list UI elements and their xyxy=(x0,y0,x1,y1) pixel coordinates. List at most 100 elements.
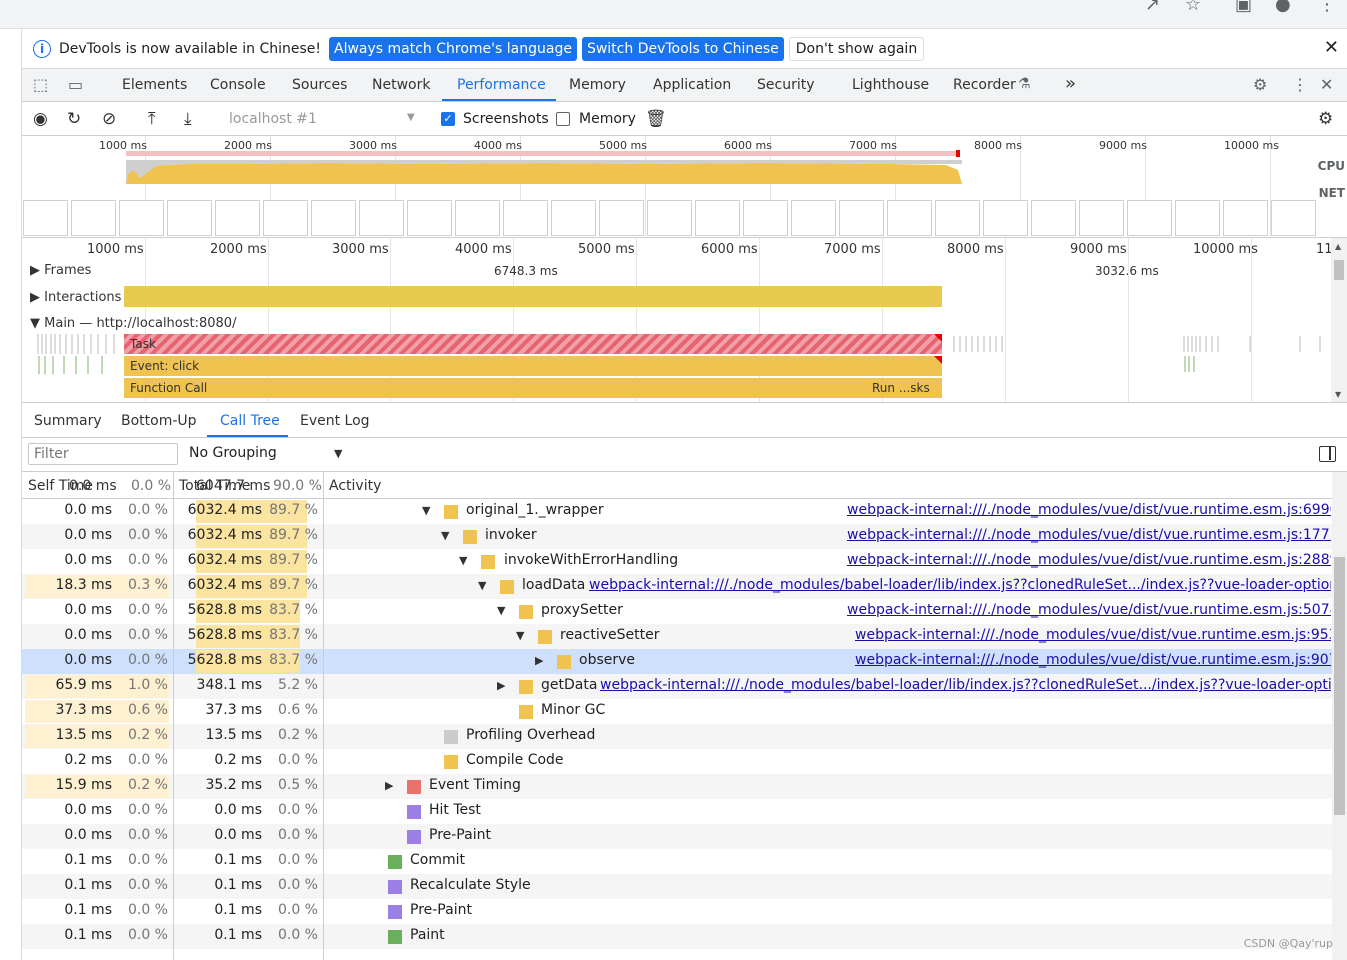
tab-console[interactable]: Console xyxy=(210,77,266,93)
table-row[interactable]: 0.0 ms 0.0 % 6032.4 ms 89.7 % ▼ invokeWithErr… xyxy=(22,549,1332,574)
expanded-arrow-icon[interactable]: ▼ xyxy=(459,554,467,567)
memory-checkbox[interactable] xyxy=(556,112,570,126)
side-panel-icon[interactable]: ▣ xyxy=(1235,0,1252,15)
upload-profile-icon[interactable]: ⤒ xyxy=(148,109,156,129)
capture-settings-icon[interactable]: ⚙ xyxy=(1318,109,1333,129)
column-divider[interactable] xyxy=(173,472,174,960)
collapsed-arrow-icon[interactable]: ▶ xyxy=(497,679,505,692)
source-link[interactable]: webpack-internal:///./node_modules/vue/d… xyxy=(847,527,1331,543)
tab-performance[interactable]: Performance xyxy=(457,77,546,93)
settings-gear-icon[interactable]: ⚙ xyxy=(1253,75,1267,94)
tab-recorder[interactable]: Recorder xyxy=(953,77,1016,93)
customize-menu-icon[interactable]: ⋮ xyxy=(1292,75,1308,94)
screenshot-thumbnail[interactable] xyxy=(839,200,884,236)
table-row[interactable]: 15.9 ms 0.2 % 35.2 ms 0.5 % ▶ Event Timing xyxy=(22,774,1332,799)
screenshot-thumbnail[interactable] xyxy=(695,200,740,236)
grouping-select[interactable]: No Grouping xyxy=(189,445,277,461)
tab-bottom-up[interactable]: Bottom-Up xyxy=(121,413,197,429)
bookmark-star-icon[interactable]: ☆ xyxy=(1185,0,1201,15)
event-click-block[interactable]: Event: click xyxy=(124,356,942,376)
source-link[interactable]: webpack-internal:///./node_modules/babel… xyxy=(589,577,1331,593)
activity-header[interactable]: Activity xyxy=(329,478,381,494)
source-link[interactable]: webpack-internal:///./node_modules/vue/d… xyxy=(855,627,1331,643)
table-row[interactable]: 65.9 ms 1.0 % 348.1 ms 5.2 % ▶ getData webpack… xyxy=(22,674,1332,699)
chevron-down-icon[interactable]: ▼ xyxy=(334,447,342,460)
always-match-language-button[interactable]: Always match Chrome's language xyxy=(329,36,577,61)
table-row[interactable]: 0.1 ms 0.0 % 0.1 ms 0.0 % Paint xyxy=(22,924,1332,949)
dont-show-again-button[interactable]: Don't show again xyxy=(788,36,925,61)
table-row[interactable]: 0.1 ms 0.0 % 0.1 ms 0.0 % Commit xyxy=(22,849,1332,874)
screenshot-thumbnail[interactable] xyxy=(1175,200,1220,236)
filter-input[interactable]: Filter xyxy=(28,443,178,465)
screenshot-thumbnail[interactable] xyxy=(167,200,212,236)
table-row[interactable]: 0.2 ms 0.0 % 0.2 ms 0.0 % Compile Code xyxy=(22,749,1332,774)
table-row[interactable]: 0.0 ms 0.0 % 0.0 ms 0.0 % Pre-Paint xyxy=(22,824,1332,849)
interactions-track-label[interactable]: ▶ Interactions xyxy=(30,290,121,305)
column-divider[interactable] xyxy=(323,472,324,960)
browser-menu-icon[interactable]: ⋮ xyxy=(1318,0,1336,15)
profile-avatar-icon[interactable]: ● xyxy=(1275,0,1291,15)
screenshots-checkbox[interactable]: ✓ xyxy=(441,112,455,126)
screenshot-thumbnail[interactable] xyxy=(263,200,308,236)
screenshot-thumbnail[interactable] xyxy=(935,200,980,236)
reload-record-icon[interactable]: ↻ xyxy=(67,109,81,129)
screenshot-thumbnail[interactable] xyxy=(23,200,68,236)
table-row[interactable]: 0.0 ms 0.0 % 5628.8 ms 83.7 % ▼ proxySetter we… xyxy=(22,599,1332,624)
clear-icon[interactable]: ⊘ xyxy=(102,109,116,129)
table-row[interactable]: 0.1 ms 0.0 % 0.1 ms 0.0 % Recalculate Style xyxy=(22,874,1332,899)
table-row[interactable]: 0.0 ms 0.0 % 0.0 ms 0.0 % Hit Test xyxy=(22,799,1332,824)
tab-lighthouse[interactable]: Lighthouse xyxy=(852,77,929,93)
chevron-down-icon[interactable]: ▼ xyxy=(407,112,415,123)
interaction-bar[interactable] xyxy=(124,286,942,307)
screenshot-thumbnail[interactable] xyxy=(887,200,932,236)
collapsed-arrow-icon[interactable]: ▶ xyxy=(385,779,393,792)
tab-network[interactable]: Network xyxy=(372,77,430,93)
profile-select[interactable]: localhost #1 xyxy=(229,111,419,127)
source-link[interactable]: webpack-internal:///./node_modules/vue/d… xyxy=(847,502,1331,518)
switch-to-chinese-button[interactable]: Switch DevTools to Chinese xyxy=(581,36,784,61)
source-link[interactable]: webpack-internal:///./node_modules/vue/d… xyxy=(847,602,1331,618)
share-icon[interactable]: ↗ xyxy=(1145,0,1160,15)
screenshot-thumbnail[interactable] xyxy=(359,200,404,236)
device-toolbar-icon[interactable]: ▭ xyxy=(68,75,83,94)
screenshot-thumbnail[interactable] xyxy=(407,200,452,236)
tab-call-tree[interactable]: Call Tree xyxy=(220,413,280,429)
function-call-block[interactable]: Function Call xyxy=(124,378,942,398)
main-thread-label[interactable]: ▼ Main — http://localhost:8080/ xyxy=(30,316,236,331)
more-tabs-button[interactable]: » xyxy=(1065,73,1076,94)
expanded-arrow-icon[interactable]: ▼ xyxy=(441,529,449,542)
screenshot-thumbnail[interactable] xyxy=(503,200,548,236)
close-devtools-icon[interactable]: ✕ xyxy=(1320,75,1333,94)
call-tree-scrollbar[interactable] xyxy=(1332,472,1347,960)
screenshot-thumbnail[interactable] xyxy=(1127,200,1172,236)
tab-event-log[interactable]: Event Log xyxy=(300,413,370,429)
table-row-selected[interactable]: 0.0 ms 0.0 % 5628.8 ms 83.7 % ▶ observe webpac… xyxy=(22,649,1332,674)
task-block[interactable]: Task xyxy=(124,334,942,354)
source-link[interactable]: webpack-internal:///./node_modules/vue/d… xyxy=(847,552,1331,568)
toggle-sidebar-icon[interactable] xyxy=(1319,446,1336,462)
screenshot-thumbnail[interactable] xyxy=(1271,200,1316,236)
expanded-arrow-icon[interactable]: ▼ xyxy=(478,579,486,592)
flame-chart[interactable]: 1000 ms 2000 ms 3000 ms 4000 ms 5000 ms 6000 … xyxy=(22,238,1347,403)
table-row[interactable]: 13.5 ms 0.2 % 13.5 ms 0.2 % Profiling Overhe… xyxy=(22,724,1332,749)
table-row[interactable]: 0.0 ms 0.0 % 6032.4 ms 89.7 % ▼ original_1._w… xyxy=(22,499,1332,524)
table-row[interactable]: 18.3 ms 0.3 % 6032.4 ms 89.7 % ▼ loadData webp… xyxy=(22,574,1332,599)
screenshot-thumbnail[interactable] xyxy=(791,200,836,236)
expanded-arrow-icon[interactable]: ▼ xyxy=(516,629,524,642)
tab-security[interactable]: Security xyxy=(757,77,815,93)
source-link[interactable]: webpack-internal:///./node_modules/vue/d… xyxy=(855,652,1331,668)
collect-garbage-icon[interactable]: 🗑 xyxy=(645,109,667,129)
run-microtasks-block[interactable]: Run ...sks xyxy=(872,378,930,398)
screenshot-thumbnail[interactable] xyxy=(1031,200,1076,236)
tab-summary[interactable]: Summary xyxy=(34,413,102,429)
expanded-arrow-icon[interactable]: ▼ xyxy=(422,504,430,517)
tab-elements[interactable]: Elements xyxy=(122,77,187,93)
table-row[interactable]: 37.3 ms 0.6 % 37.3 ms 0.6 % Minor GC xyxy=(22,699,1332,724)
screenshot-thumbnail[interactable] xyxy=(743,200,788,236)
screenshot-thumbnail[interactable] xyxy=(71,200,116,236)
screenshot-thumbnail[interactable] xyxy=(599,200,644,236)
memory-label[interactable]: Memory xyxy=(579,111,636,127)
collapsed-arrow-icon[interactable]: ▶ xyxy=(535,654,543,667)
screenshot-thumbnail[interactable] xyxy=(1079,200,1124,236)
tab-memory[interactable]: Memory xyxy=(569,77,626,93)
